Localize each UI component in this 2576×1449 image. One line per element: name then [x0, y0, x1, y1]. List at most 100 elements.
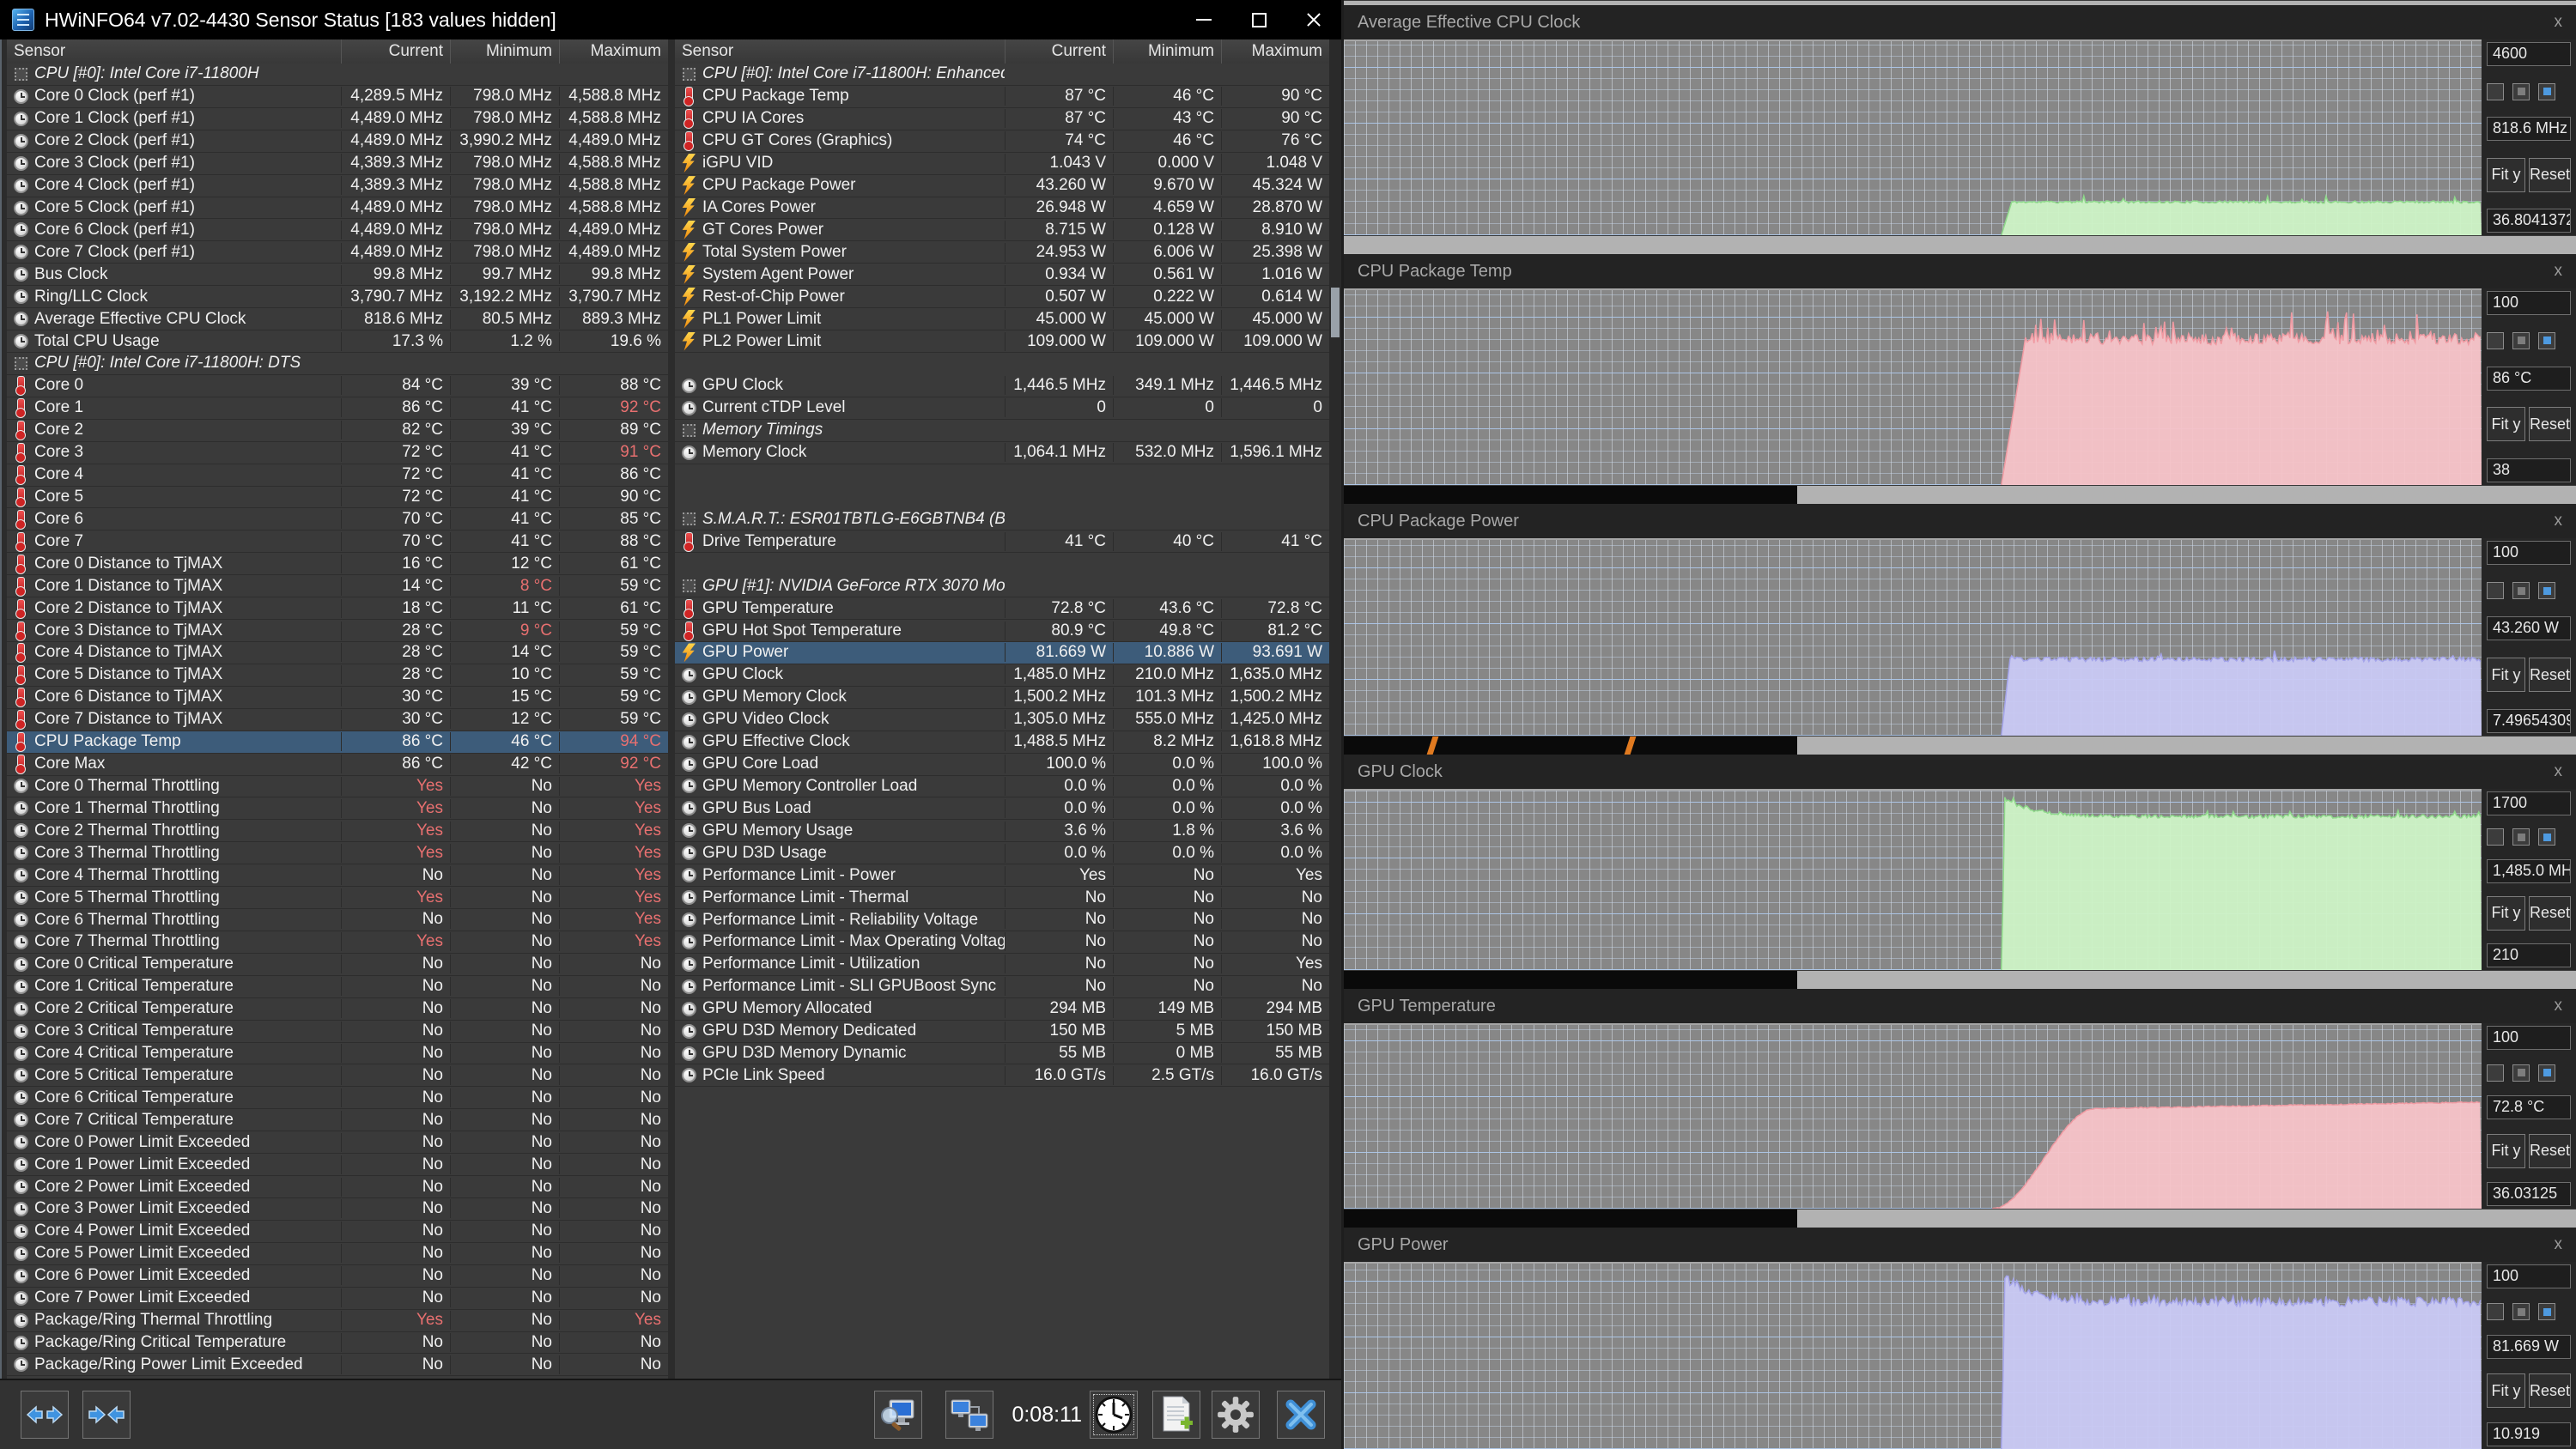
sensor-row[interactable]: PCIe Link Speed 16.0 GT/s 2.5 GT/s 16.0 GT/…: [675, 1064, 1329, 1088]
sensor-row[interactable]: GPU Memory Allocated 294 MB 149 MB 294 MB: [675, 997, 1329, 1021]
sensor-row[interactable]: CPU Package Temp 86 °C 46 °C 94 °C: [7, 731, 668, 754]
graph-close-icon[interactable]: x: [2555, 762, 2563, 781]
graph-toggle-button[interactable]: [2538, 828, 2555, 846]
sensor-row[interactable]: GPU Power 81.669 W 10.886 W 93.691 W: [675, 641, 1329, 664]
sensor-row[interactable]: Core 6 Thermal Throttling No No Yes: [7, 909, 668, 931]
section-header-row[interactable]: CPU [#0]: Intel Core i7-11800H: Enhanced: [675, 64, 1329, 86]
sensor-row[interactable]: Core 2 Power Limit Exceeded No No No: [7, 1176, 668, 1199]
sensor-row[interactable]: Core 4 Thermal Throttling No No Yes: [7, 864, 668, 888]
sensor-row[interactable]: GPU D3D Memory Dedicated 150 MB 5 MB 150 MB: [675, 1020, 1329, 1043]
window-titlebar[interactable]: HWiNFO64 v7.02-4430 Sensor Status [183 v…: [0, 0, 1341, 39]
fit-y-button[interactable]: Fit y: [2487, 895, 2525, 931]
reset-button[interactable]: Reset: [2528, 1373, 2571, 1408]
graph-toggle-button[interactable]: [2512, 582, 2530, 599]
sensor-row[interactable]: Core 6 Distance to TjMAX 30 °C 15 °C 59 °C: [7, 686, 668, 709]
sensor-row[interactable]: Core 0 Power Limit Exceeded No No No: [7, 1131, 668, 1155]
sensor-row[interactable]: Core 1 86 °C 41 °C 92 °C: [7, 397, 668, 420]
section-header-row[interactable]: GPU [#1]: NVIDIA GeForce RTX 3070 Mobile…: [675, 575, 1329, 598]
graph-close-icon[interactable]: x: [2555, 1235, 2563, 1254]
sensor-row[interactable]: Core 7 Clock (perf #1) 4,489.0 MHz 798.0 M…: [7, 241, 668, 264]
graph-toggle-button[interactable]: [2512, 331, 2530, 349]
sensor-row[interactable]: Core 3 Clock (perf #1) 4,389.3 MHz 798.0 M…: [7, 152, 668, 175]
sensor-row[interactable]: Package/Ring Thermal Throttling Yes No Yes: [7, 1309, 668, 1332]
expand-columns-button[interactable]: [21, 1391, 69, 1439]
reset-button[interactable]: Reset: [2528, 658, 2571, 692]
timer-clock-button[interactable]: [1090, 1391, 1138, 1439]
sensor-row[interactable]: Core 3 Critical Temperature No No No: [7, 1020, 668, 1043]
sensor-row[interactable]: CPU IA Cores 87 °C 43 °C 90 °C: [675, 107, 1329, 130]
sensor-row[interactable]: Core 7 Power Limit Exceeded No No No: [7, 1287, 668, 1310]
sensor-row[interactable]: Average Effective CPU Clock 818.6 MHz 80.5…: [7, 308, 668, 331]
graph-toggle-button[interactable]: [2538, 582, 2555, 599]
sensor-row[interactable]: GT Cores Power 8.715 W 0.128 W 8.910 W: [675, 219, 1329, 242]
close-button[interactable]: [1286, 0, 1341, 39]
toolbar-close-button[interactable]: [1277, 1391, 1325, 1439]
graph-toggle-button[interactable]: [2487, 331, 2504, 349]
graph-toggle-button[interactable]: [2538, 1064, 2555, 1082]
sensor-row[interactable]: GPU Video Clock 1,305.0 MHz 555.0 MHz 1,425…: [675, 708, 1329, 731]
section-header-row[interactable]: S.M.A.R.T.: ESR01TBTLG-E6GBTNB4 (BF25071…: [675, 508, 1329, 531]
sensor-row[interactable]: Core 0 84 °C 39 °C 88 °C: [7, 374, 668, 397]
fit-y-button[interactable]: Fit y: [2487, 1373, 2525, 1408]
sensor-row[interactable]: IA Cores Power 26.948 W 4.659 W 28.870 W: [675, 197, 1329, 220]
sensor-row[interactable]: Package/Ring Critical Temperature No No No: [7, 1331, 668, 1355]
sensor-row[interactable]: Drive Temperature 41 °C 40 °C 41 °C: [675, 530, 1329, 554]
sensor-row[interactable]: Core 4 Clock (perf #1) 4,389.3 MHz 798.0 M…: [7, 174, 668, 197]
reset-button[interactable]: Reset: [2528, 895, 2571, 931]
sensor-row[interactable]: Core 3 72 °C 41 °C 91 °C: [7, 441, 668, 464]
system-summary-button[interactable]: [874, 1391, 922, 1439]
sensor-row[interactable]: [675, 486, 1329, 509]
sensor-row[interactable]: Core 4 Power Limit Exceeded No No No: [7, 1220, 668, 1243]
reset-button[interactable]: Reset: [2528, 1133, 2571, 1168]
sensor-row[interactable]: Bus Clock 99.8 MHz 99.7 MHz 99.8 MHz: [7, 264, 668, 287]
sensor-row[interactable]: Core 7 Critical Temperature No No No: [7, 1109, 668, 1132]
column-header-maximum[interactable]: Maximum: [559, 39, 668, 64]
column-header-minimum[interactable]: Minimum: [1113, 39, 1221, 64]
sensor-row[interactable]: Core 2 Distance to TjMAX 18 °C 11 °C 61 °C: [7, 597, 668, 621]
sensor-row[interactable]: Core 2 Clock (perf #1) 4,489.0 MHz 3,990.2…: [7, 130, 668, 153]
fit-y-button[interactable]: Fit y: [2487, 157, 2525, 192]
sensor-row[interactable]: Core 0 Critical Temperature No No No: [7, 953, 668, 976]
sensor-row[interactable]: Core 6 Clock (perf #1) 4,489.0 MHz 798.0 M…: [7, 219, 668, 242]
sensor-row[interactable]: [675, 352, 1329, 375]
report-button[interactable]: [1152, 1391, 1200, 1439]
sensor-row[interactable]: Core 7 70 °C 41 °C 88 °C: [7, 530, 668, 554]
sensor-row[interactable]: PL1 Power Limit 45.000 W 45.000 W 45.000 W: [675, 308, 1329, 331]
sensor-row[interactable]: Core 3 Distance to TjMAX 28 °C 9 °C 59 °C: [7, 620, 668, 642]
reset-button[interactable]: Reset: [2528, 407, 2571, 442]
sensor-row[interactable]: Performance Limit - Utilization No No Yes: [675, 953, 1329, 976]
graph-close-icon[interactable]: x: [2555, 512, 2563, 530]
sensor-row[interactable]: Core 4 72 °C 41 °C 86 °C: [7, 464, 668, 487]
sensor-row[interactable]: Performance Limit - Thermal No No No: [675, 887, 1329, 910]
graph-titlebar[interactable]: GPU Temperature x: [1344, 989, 2576, 1023]
graph-titlebar[interactable]: GPU Clock x: [1344, 755, 2576, 789]
vertical-scrollbar[interactable]: [1329, 39, 1341, 1379]
sensor-row[interactable]: Core 1 Critical Temperature No No No: [7, 975, 668, 998]
graph-toggle-button[interactable]: [2512, 1064, 2530, 1082]
column-header-current[interactable]: Current: [1005, 39, 1113, 64]
sensor-row[interactable]: Core 2 Critical Temperature No No No: [7, 997, 668, 1021]
sensor-row[interactable]: Performance Limit - SLI GPUBoost Sync No N…: [675, 975, 1329, 998]
column-header-sensor[interactable]: Sensor: [7, 39, 341, 64]
sensor-row[interactable]: CPU Package Temp 87 °C 46 °C 90 °C: [675, 85, 1329, 108]
graph-close-icon[interactable]: x: [2555, 997, 2563, 1016]
column-header-current[interactable]: Current: [341, 39, 450, 64]
graph-toggle-button[interactable]: [2512, 828, 2530, 846]
graph-titlebar[interactable]: CPU Package Power x: [1344, 504, 2576, 538]
sensor-row[interactable]: Core 0 Thermal Throttling Yes No Yes: [7, 775, 668, 798]
sensor-row[interactable]: Performance Limit - Reliability Voltage N…: [675, 909, 1329, 931]
sensor-row[interactable]: Core 4 Distance to TjMAX 28 °C 14 °C 59 °C: [7, 641, 668, 664]
sensor-row[interactable]: GPU Hot Spot Temperature 80.9 °C 49.8 °C 81…: [675, 620, 1329, 642]
sensor-row[interactable]: Core 3 Power Limit Exceeded No No No: [7, 1198, 668, 1221]
sensor-row[interactable]: Core 5 Thermal Throttling Yes No Yes: [7, 887, 668, 910]
sensor-row[interactable]: GPU D3D Usage 0.0 % 0.0 % 0.0 %: [675, 842, 1329, 865]
sensor-row[interactable]: Core 5 Clock (perf #1) 4,489.0 MHz 798.0 M…: [7, 197, 668, 220]
sensor-row[interactable]: GPU Clock 1,446.5 MHz 349.1 MHz 1,446.5 MHz: [675, 374, 1329, 397]
sensor-row[interactable]: Memory Clock 1,064.1 MHz 532.0 MHz 1,596.1 …: [675, 441, 1329, 464]
sensor-row[interactable]: GPU Memory Controller Load 0.0 % 0.0 % 0.0 …: [675, 775, 1329, 798]
sensor-row[interactable]: Core 7 Distance to TjMAX 30 °C 12 °C 59 °C: [7, 708, 668, 731]
collapse-columns-button[interactable]: [82, 1391, 131, 1439]
sensor-row[interactable]: Core 1 Distance to TjMAX 14 °C 8 °C 59 °C: [7, 575, 668, 598]
column-header-minimum[interactable]: Minimum: [450, 39, 559, 64]
sensor-row[interactable]: [675, 553, 1329, 576]
